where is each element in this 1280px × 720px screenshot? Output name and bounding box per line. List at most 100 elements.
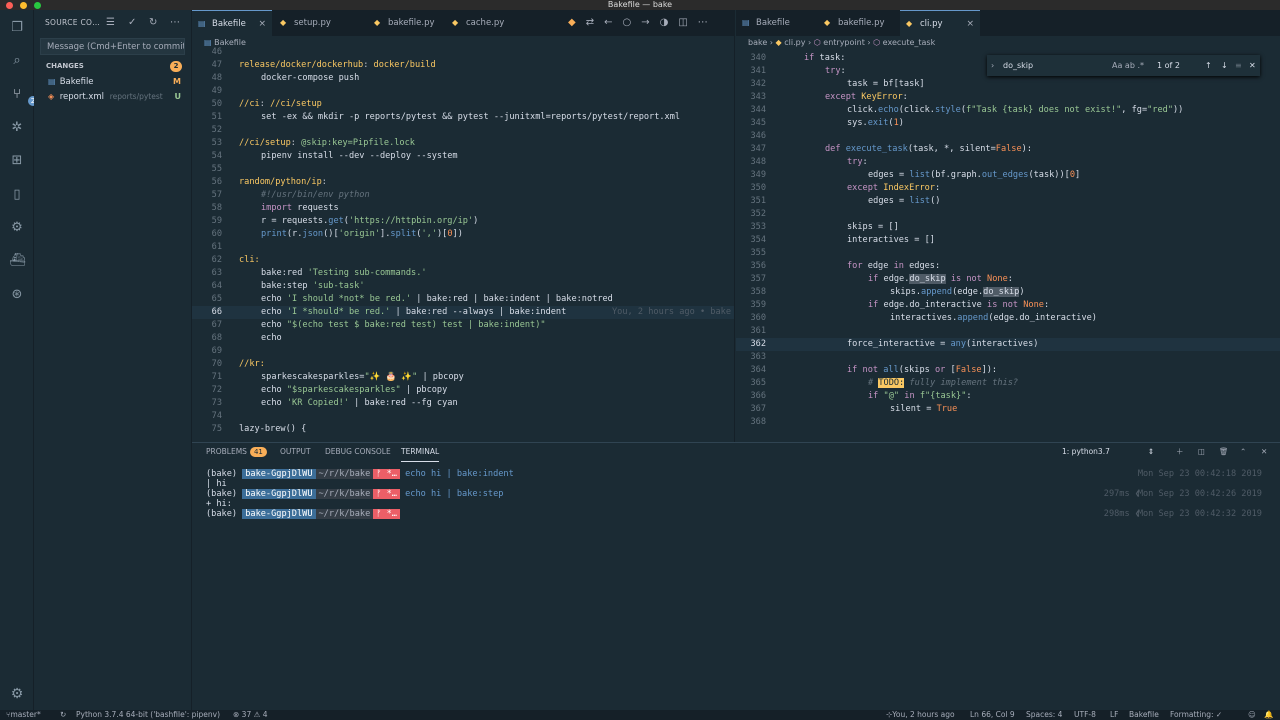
function-icon: ⬡ <box>813 38 821 47</box>
notifications-icon[interactable]: 🔔 <box>1264 710 1273 720</box>
tab-bakefile-py[interactable]: ◆ bakefile.py <box>818 10 908 36</box>
refresh-icon[interactable]: ↻ <box>149 10 158 35</box>
terminal-select[interactable]: 1: python3.7 ⇕ <box>1058 445 1158 458</box>
code-line: 69 <box>211 346 222 356</box>
code-line: 364 if not all(skips or [False]): <box>750 365 998 375</box>
sidebar-header: SOURCE CO… ☰ ✓ ↻ ⋯ <box>34 10 191 35</box>
commit-message-input[interactable]: Message (Cmd+Enter to commit <box>40 38 185 55</box>
git-lens-icon[interactable]: ◆ <box>568 17 576 28</box>
sync-icon[interactable]: ↻ <box>60 710 66 720</box>
prev-change-icon[interactable]: ← <box>604 17 612 28</box>
changes-section[interactable]: CHANGES 2 <box>34 59 191 74</box>
code-line: 51 set -ex && mkdir -p reports/pytest && … <box>211 112 681 122</box>
next-match-icon[interactable]: ↓ <box>1221 55 1228 76</box>
line-ending[interactable]: LF <box>1110 710 1119 720</box>
code-line: 70//kr: <box>211 359 265 369</box>
problems-status[interactable]: ⊗ 37 ⚠ 4 <box>233 710 267 720</box>
code-line: 74 <box>211 411 222 421</box>
changed-file-bakefile[interactable]: ▤ Bakefile M <box>34 74 191 89</box>
editor-actions: ◆ ⇄ ← ○ → ◑ ◫ ⋯ <box>568 10 718 36</box>
new-terminal-icon[interactable]: ＋ <box>1176 443 1184 461</box>
close-tab-icon[interactable]: × <box>966 11 974 37</box>
code-line: 358 skips.append(edge.do_skip) <box>750 287 1025 297</box>
circle-icon[interactable]: ○ <box>622 17 631 28</box>
close-window-button[interactable] <box>6 2 13 9</box>
commit-list-icon[interactable]: ☰ <box>106 10 115 35</box>
terminal-output[interactable]: (bake) bake-GgpjDlWU ~/r/k/bake ᚠ *… echo … <box>206 469 1280 519</box>
find-in-selection-icon[interactable]: ≡ <box>1235 55 1242 76</box>
python-file-icon: ◆ <box>775 38 782 47</box>
split-editor-icon[interactable]: ◫ <box>678 17 687 28</box>
code-line: 356 for edge in edges: <box>750 261 941 271</box>
more-actions-icon[interactable]: ⋯ <box>698 17 708 28</box>
right-editor-group: ▤ Bakefile ◆ bakefile.py ◆ cli.py × bake › ◆… <box>736 10 1280 442</box>
code-line: 363 <box>750 352 766 362</box>
find-input[interactable]: do_skip <box>1003 55 1103 76</box>
code-line: 355 <box>750 248 766 258</box>
code-line: 62 cli: <box>211 255 260 265</box>
branch-status[interactable]: ⑂ master* <box>6 710 41 720</box>
tab-output[interactable]: OUTPUT <box>280 443 311 461</box>
find-widget: › do_skip Aa ab .* 1 of 2 ↑ ↓ ≡ ✕ <box>987 55 1260 76</box>
search-icon[interactable]: ⌕ <box>9 53 25 69</box>
code-line: 351 edges = list() <box>750 196 941 206</box>
kill-terminal-icon[interactable]: 🗑 <box>1219 443 1229 461</box>
tab-bakefile[interactable]: ▤ Bakefile × <box>192 10 272 36</box>
formatting-status[interactable]: Formatting: ✓ <box>1170 710 1222 720</box>
tab-bakefile[interactable]: ▤ Bakefile <box>736 10 816 36</box>
explorer-icon[interactable]: ❐ <box>9 20 25 36</box>
code-line-current: 66 echo 'I *should* be red.' | bake:red -… <box>192 306 734 320</box>
code-line: 349 edges = list(bf.graph.out_edges(task)… <box>750 170 1081 180</box>
tab-bakefile-py[interactable]: ◆ bakefile.py <box>368 10 458 36</box>
changes-label: CHANGES <box>46 62 84 70</box>
blame-status[interactable]: ⊹ You, 2 hours ago <box>886 710 955 720</box>
changes-count: 2 <box>170 61 182 72</box>
sidebar-title: SOURCE CO… <box>45 18 100 27</box>
tab-cache-py[interactable]: ◆ cache.py <box>446 10 536 36</box>
settings-sync-icon[interactable]: ⚙ <box>9 220 25 236</box>
close-tab-icon[interactable]: × <box>258 11 266 37</box>
open-changes-icon[interactable]: ⇄ <box>586 17 594 28</box>
maximize-window-button[interactable] <box>34 2 41 9</box>
code-line: 368 <box>750 417 766 427</box>
bottom-panel: PROBLEMS 41 OUTPUT DEBUG CONSOLE TERMINAL… <box>192 442 1280 710</box>
code-line: 73 echo 'KR Copied!' | bake:red --fg cyan <box>211 398 458 408</box>
code-line: 344 click.echo(click.style(f"Task {task} … <box>750 105 1184 115</box>
maximize-panel-icon[interactable]: ⌃ <box>1240 443 1246 461</box>
changed-file-report[interactable]: ◈ report.xml reports/pytest U <box>34 89 191 104</box>
next-change-icon[interactable]: → <box>641 17 649 28</box>
debug-icon[interactable]: ✲ <box>9 120 25 136</box>
bookmark-icon[interactable]: ▯ <box>9 187 25 203</box>
tab-terminal[interactable]: TERMINAL <box>401 443 440 462</box>
tab-cli-py[interactable]: ◆ cli.py × <box>900 10 980 36</box>
feedback-icon[interactable]: ☺ <box>1248 710 1256 720</box>
minimize-window-button[interactable] <box>20 2 27 9</box>
previous-match-icon[interactable]: ↑ <box>1205 55 1212 76</box>
tab-debug-console[interactable]: DEBUG CONSOLE <box>325 443 391 461</box>
encoding[interactable]: UTF-8 <box>1074 710 1096 720</box>
panel-tabs: PROBLEMS 41 OUTPUT DEBUG CONSOLE TERMINAL… <box>192 443 1280 462</box>
docker-icon[interactable]: ⛴ <box>9 253 26 269</box>
close-panel-icon[interactable]: ✕ <box>1261 443 1267 461</box>
cursor-position[interactable]: Ln 66, Col 9 <box>970 710 1015 720</box>
python-interpreter[interactable]: Python 3.7.4 64-bit ('bashfile': pipenv) <box>76 710 220 720</box>
split-terminal-icon[interactable]: ◫ <box>1198 443 1205 461</box>
manage-gear-icon[interactable]: ⚙ <box>0 686 34 702</box>
git-graph-icon[interactable]: ⊛ <box>9 287 25 303</box>
source-control-icon[interactable]: ⑂ 2 <box>9 87 38 106</box>
commit-check-icon[interactable]: ✓ <box>128 10 137 35</box>
tab-setup-py[interactable]: ◆ setup.py <box>274 10 364 36</box>
code-line: 346 <box>750 131 766 141</box>
problems-badge: 41 <box>249 447 267 457</box>
extensions-icon[interactable]: ⊞ <box>9 153 25 169</box>
close-find-icon[interactable]: ✕ <box>1249 55 1256 76</box>
indentation[interactable]: Spaces: 4 <box>1026 710 1062 720</box>
code-line: 367 silent = True <box>750 404 958 414</box>
tab-problems[interactable]: PROBLEMS 41 <box>206 443 267 461</box>
breadcrumb[interactable]: bake › ◆ cli.py › ⬡ entrypoint › ⬡ execu… <box>736 36 1280 49</box>
toggle-replace-icon[interactable]: › <box>991 55 994 76</box>
find-options[interactable]: Aa ab .* <box>1112 55 1144 76</box>
more-actions-icon[interactable]: ⋯ <box>170 10 180 35</box>
split-preview-icon[interactable]: ◑ <box>660 17 669 28</box>
language-mode[interactable]: Bakefile <box>1129 710 1159 720</box>
